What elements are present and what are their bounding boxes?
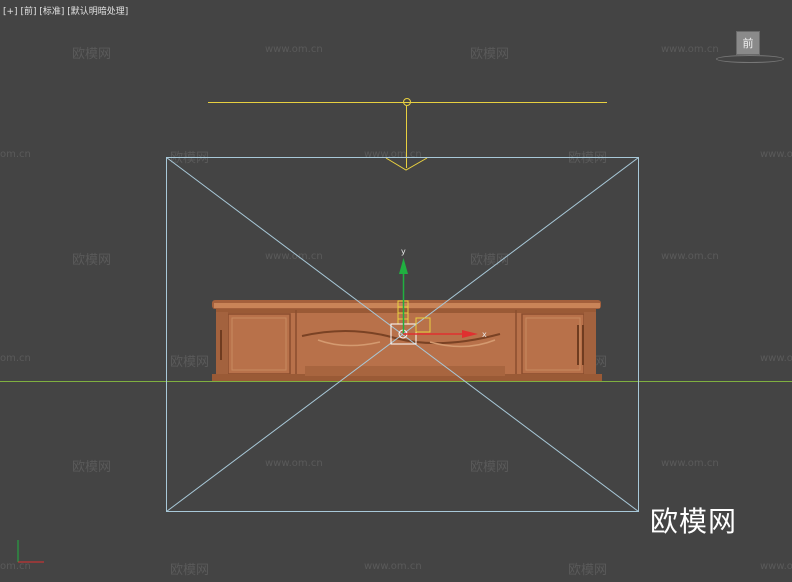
gizmo-x-label: x — [482, 330, 487, 339]
viewcube-compass-ring[interactable] — [716, 55, 784, 63]
target-light[interactable] — [208, 98, 607, 171]
gizmo-y-label: y — [401, 247, 406, 256]
viewcube[interactable]: 前 — [736, 31, 760, 55]
world-axis-tripod-icon — [17, 540, 44, 563]
watermark-brand-large: 欧模网 — [650, 505, 738, 538]
scene-canvas[interactable]: y x — [0, 0, 792, 582]
front-viewport[interactable]: [+] [前] [标准] [默认明暗处理] 欧模网 www.om.cn 欧模网 … — [0, 0, 792, 582]
tv-cabinet-model[interactable] — [212, 300, 602, 381]
